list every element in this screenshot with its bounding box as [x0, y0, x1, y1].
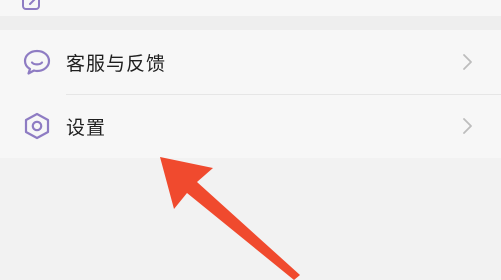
edit-icon [20, 0, 44, 12]
menu-item-label: 设置 [66, 116, 107, 139]
menu-item-label: 客服与反馈 [66, 52, 167, 75]
settings-hexagon-icon [22, 111, 52, 141]
menu-card: 客服与反馈 设置 [0, 30, 501, 158]
menu-item-partial[interactable] [0, 0, 501, 16]
menu-item-settings[interactable]: 设置 [0, 94, 501, 158]
chevron-right-icon [461, 116, 475, 136]
menu-item-customer-service[interactable]: 客服与反馈 [0, 30, 501, 94]
chat-bubble-icon [22, 47, 52, 77]
chevron-right-icon [461, 52, 475, 72]
section-gap [0, 16, 501, 30]
